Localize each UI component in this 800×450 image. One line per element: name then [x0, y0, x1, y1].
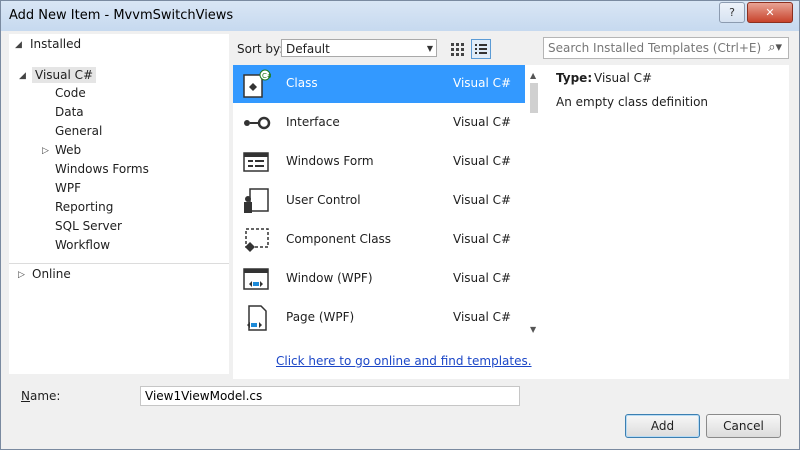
template-list: C# Class Visual C# Interface Visual C# W… [233, 65, 543, 379]
template-language: Visual C# [453, 154, 512, 168]
collapsed-triangle-icon[interactable]: ▷ [18, 270, 25, 280]
cancel-button-label: Cancel [723, 419, 764, 433]
class-icon: C# [243, 69, 271, 98]
sort-by-value: Default [286, 42, 330, 56]
wpf-page-icon [247, 305, 267, 331]
find-templates-online-link[interactable]: Click here to go online and find templat… [276, 354, 532, 368]
small-icons-view-button[interactable] [471, 39, 491, 59]
tree-item-workflow[interactable]: Workflow [55, 238, 110, 252]
template-list-scrollbar[interactable]: ▲ ▼ [527, 65, 541, 343]
list-item-windows-form[interactable]: Windows Form Visual C# [233, 143, 525, 181]
windows-form-icon [243, 152, 269, 172]
template-name: Page (WPF) [286, 310, 355, 324]
tree-item-sql-server[interactable]: SQL Server [55, 219, 122, 233]
close-button[interactable]: ✕ [747, 2, 793, 23]
tree-item-data[interactable]: Data [55, 105, 84, 119]
expanded-triangle-icon[interactable]: ◢ [19, 71, 26, 81]
component-class-icon [245, 228, 269, 252]
help-icon: ? [729, 6, 735, 19]
tree-item-code[interactable]: Code [55, 86, 86, 100]
template-language: Visual C# [453, 310, 512, 324]
list-item-class[interactable]: C# Class Visual C# [233, 65, 525, 103]
cancel-button[interactable]: Cancel [706, 414, 781, 438]
template-name: Windows Form [286, 154, 374, 168]
template-name: Component Class [286, 232, 392, 246]
template-language: Visual C# [453, 271, 512, 285]
add-button[interactable]: Add [625, 414, 700, 438]
medium-icons-view-button[interactable] [447, 39, 467, 59]
search-templates-input[interactable]: Search Installed Templates (Ctrl+E) ⌕▾ [543, 37, 789, 59]
list-item-window-wpf[interactable]: Window (WPF) Visual C# [233, 260, 525, 298]
name-input[interactable] [140, 386, 520, 406]
template-details-pane: Type: Visual C# An empty class definitio… [543, 65, 789, 379]
user-control-icon [244, 188, 269, 213]
list-item-user-control[interactable]: User Control Visual C# [233, 182, 525, 220]
tree-item-web[interactable]: Web [55, 143, 81, 157]
template-category-tree: ◢ Installed ◢ Visual C# Code Data Genera… [9, 34, 229, 374]
template-language: Visual C# [453, 76, 512, 90]
template-language: Visual C# [453, 232, 512, 246]
template-name: Class [286, 76, 318, 90]
type-value: Visual C# [594, 71, 653, 85]
installed-header[interactable]: ◢ Installed [9, 34, 229, 56]
svg-text:C#: C# [262, 72, 271, 80]
tree-item-wpf[interactable]: WPF [55, 181, 81, 195]
add-button-label: Add [650, 419, 675, 433]
template-name: User Control [286, 193, 361, 207]
tree-item-installed[interactable]: Installed [30, 37, 81, 51]
scroll-down-arrow-icon[interactable]: ▼ [530, 325, 536, 334]
list-item-page-wpf[interactable]: Page (WPF) Visual C# [233, 299, 525, 337]
tree-item-visual-csharp[interactable]: Visual C# [32, 67, 97, 83]
tree-item-online[interactable]: Online [32, 267, 71, 281]
template-language: Visual C# [453, 115, 512, 129]
expanded-triangle-icon[interactable]: ◢ [15, 40, 22, 50]
tree-divider [9, 263, 229, 264]
help-button[interactable]: ? [719, 2, 745, 23]
template-name: Interface [286, 115, 340, 129]
tree-item-reporting[interactable]: Reporting [55, 200, 113, 214]
add-new-item-dialog: Add New Item - MvvmSwitchViews ? ✕ ◢ Ins… [0, 0, 800, 450]
sort-toolbar: Sort by: Default ▼ [233, 34, 543, 62]
tree-item-general[interactable]: General [55, 124, 102, 138]
sort-by-label: Sort by: [237, 42, 284, 56]
interface-icon [244, 116, 271, 130]
name-label: Name: [21, 389, 61, 403]
wpf-window-icon [243, 268, 269, 290]
scroll-up-arrow-icon[interactable]: ▲ [530, 71, 536, 80]
template-language: Visual C# [453, 193, 512, 207]
collapsed-triangle-icon[interactable]: ▷ [42, 146, 49, 156]
title-bar[interactable]: Add New Item - MvvmSwitchViews ? ✕ [1, 1, 799, 31]
tree-item-windows-forms[interactable]: Windows Forms [55, 162, 149, 176]
list-item-component-class[interactable]: Component Class Visual C# [233, 221, 525, 259]
search-icon[interactable]: ⌕▾ [768, 40, 782, 55]
dropdown-arrow-icon: ▼ [426, 44, 433, 53]
template-name: Window (WPF) [286, 271, 373, 285]
search-placeholder: Search Installed Templates (Ctrl+E) [548, 41, 762, 55]
list-item-interface[interactable]: Interface Visual C# [233, 104, 525, 142]
sort-by-dropdown[interactable]: Default ▼ [281, 39, 437, 57]
grid-view-icon [451, 43, 464, 56]
template-description: An empty class definition [556, 95, 709, 109]
scroll-thumb[interactable] [530, 83, 538, 113]
type-label: Type: [556, 71, 593, 85]
window-title: Add New Item - MvvmSwitchViews [9, 8, 234, 23]
list-view-icon [475, 44, 487, 54]
close-icon: ✕ [765, 6, 775, 19]
